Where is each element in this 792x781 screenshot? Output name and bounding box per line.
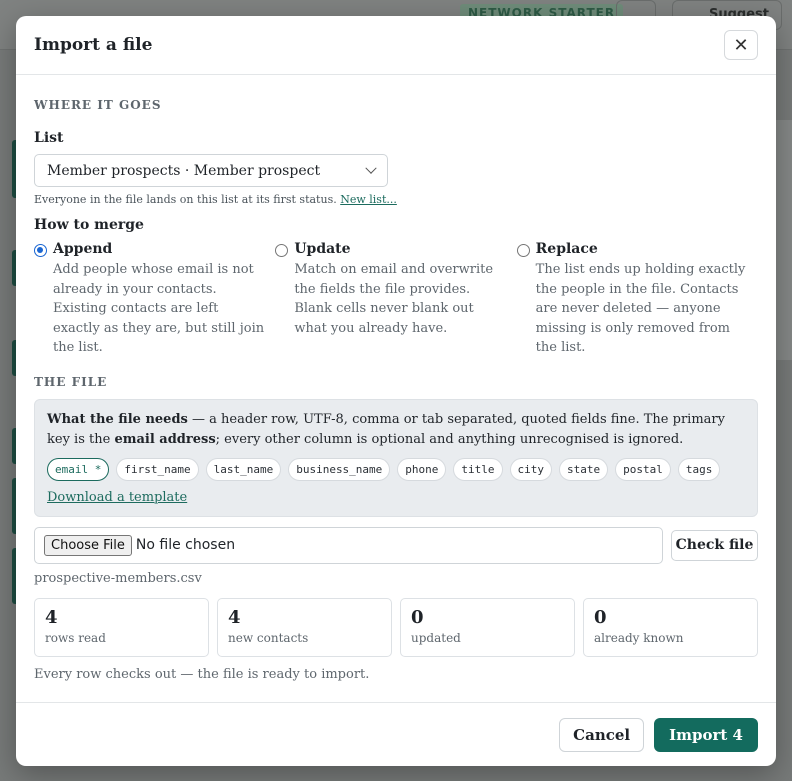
choose-file-button[interactable]: Choose File <box>44 534 132 556</box>
background-panel <box>776 120 792 360</box>
section-where: WHERE IT GOES <box>34 98 162 112</box>
cancel-button[interactable]: Cancel <box>559 717 645 752</box>
check-file-button[interactable]: Check file <box>671 529 758 561</box>
column-chip: state <box>559 457 609 481</box>
close-button[interactable]: ✕ <box>724 30 758 60</box>
file-name: prospective-members.csv <box>34 570 202 586</box>
stat-label: updated <box>411 630 461 645</box>
merge-option-desc: Add people whose email is not already in… <box>53 262 265 355</box>
file-requirements: What the file needs — a header row, UTF-… <box>34 398 758 517</box>
stat-rows-read: 4 rows read <box>34 597 209 657</box>
stat-value: 4 <box>228 606 241 628</box>
new-list-link[interactable]: New list... <box>340 193 397 206</box>
list-select[interactable]: Member prospects · Member prospect <box>34 154 388 187</box>
merge-option-title: Update <box>294 241 351 257</box>
stat-updated: 0 updated <box>400 597 575 657</box>
column-chip: last_name <box>205 457 282 481</box>
column-chip: phone <box>397 457 447 481</box>
validation-status: Every row checks out — the file is ready… <box>34 666 370 682</box>
column-chip: business_name <box>288 457 391 481</box>
download-template-link[interactable]: Download a template <box>47 490 187 505</box>
update-radio[interactable] <box>275 244 289 257</box>
chevron-down-icon <box>365 162 377 174</box>
merge-option-desc: The list ends up holding exactly the peo… <box>535 262 746 355</box>
file-input[interactable]: Choose File No file chosen <box>34 526 663 564</box>
merge-label: How to merge <box>34 217 144 233</box>
stat-value: 4 <box>45 606 58 628</box>
dialog-title: Import a file <box>34 35 153 55</box>
stat-label: already known <box>594 630 684 645</box>
replace-radio[interactable] <box>516 244 530 257</box>
column-chip: first_name <box>116 457 199 481</box>
merge-option-update[interactable]: Update Match on email and overwrite the … <box>275 241 516 358</box>
column-chip: email * <box>47 457 110 481</box>
merge-option-title: Append <box>53 241 113 257</box>
stat-value: 0 <box>594 606 607 628</box>
column-chips: email * first_name last_name business_na… <box>47 457 745 481</box>
section-file: THE FILE <box>34 374 108 389</box>
list-label: List <box>34 130 64 146</box>
import-dialog: Import a file ✕ WHERE IT GOES List Membe… <box>16 16 776 766</box>
merge-option-replace[interactable]: Replace The list ends up holding exactly… <box>516 241 758 358</box>
column-chip: city <box>509 457 553 481</box>
close-icon: ✕ <box>733 34 749 56</box>
merge-option-title: Replace <box>535 241 598 257</box>
list-hint: Everyone in the file lands on this list … <box>34 193 397 206</box>
append-radio[interactable] <box>34 244 47 257</box>
stat-label: new contacts <box>228 630 309 645</box>
no-file-text: No file chosen <box>135 537 236 553</box>
stat-label: rows read <box>45 630 106 645</box>
dialog-footer: Cancel Import 4 <box>16 702 776 766</box>
list-select-value: Member prospects · Member prospect <box>47 162 321 179</box>
stat-value: 0 <box>411 606 424 628</box>
file-picker-row: Choose File No file chosen Check file <box>34 526 758 564</box>
stat-already-known: 0 already known <box>583 597 758 657</box>
dialog-header: Import a file ✕ <box>16 16 776 75</box>
import-stats: 4 rows read 4 new contacts 0 updated 0 a… <box>34 597 758 657</box>
dialog-body: WHERE IT GOES List Member prospects · Me… <box>16 98 776 682</box>
column-chip: postal <box>615 457 671 481</box>
import-button[interactable]: Import 4 <box>654 717 758 752</box>
merge-option-desc: Match on email and overwrite the fields … <box>294 262 494 336</box>
column-chip: tags <box>677 457 721 481</box>
merge-option-append[interactable]: Append Add people whose email is not alr… <box>34 241 275 358</box>
stat-new-contacts: 4 new contacts <box>217 597 392 657</box>
requirements-text: What the file needs — a header row, UTF-… <box>47 411 725 447</box>
merge-options: Append Add people whose email is not alr… <box>34 241 758 358</box>
column-chip: title <box>453 457 503 481</box>
